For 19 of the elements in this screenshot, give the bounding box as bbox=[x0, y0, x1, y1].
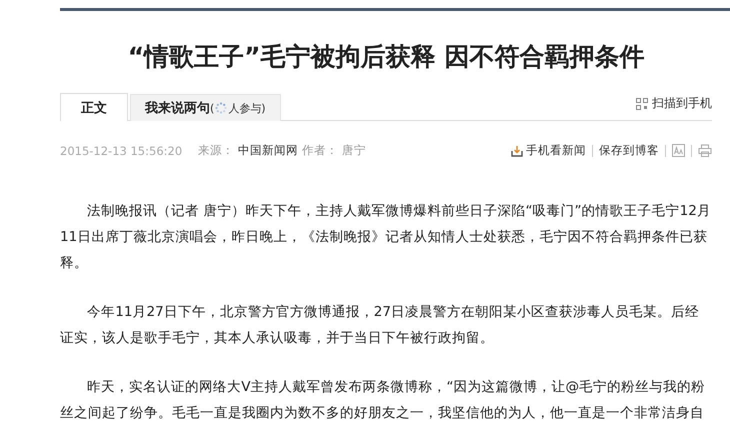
save-to-blog-link[interactable]: 保存到博客 bbox=[599, 143, 659, 158]
download-icon bbox=[511, 144, 523, 156]
font-size-icon[interactable] bbox=[672, 144, 685, 157]
article-title: “情歌王子”毛宁被拘后获释 因不符合羁押条件 bbox=[126, 41, 646, 73]
article-paragraph: 今年11月27日下午，北京警方官方微博通报，27日凌晨警方在朝阳某小区查获涉毒人员毛某。后经证实，该人是歌手毛宁，其本人承认吸毒，并于当日下午被行政拘留。 bbox=[60, 303, 700, 348]
author-label: 作者： bbox=[302, 143, 338, 158]
tab[interactable]: 正文 bbox=[60, 93, 128, 121]
loading-icon bbox=[215, 102, 228, 114]
source-link[interactable]: 中国新闻网 bbox=[238, 143, 298, 158]
publish-date: 2015-12-13 15:56:20 bbox=[60, 144, 182, 158]
mobile-news-link[interactable]: 手机看新闻 bbox=[511, 143, 586, 158]
tab[interactable]: 我来说两句( 人参与) bbox=[130, 94, 281, 121]
author-name: 唐宁 bbox=[342, 143, 366, 158]
article-paragraph: 昨天，实名认证的网络大V主持人戴军曾发布两条微博称，“因为这篇微博，让@毛宁的粉丝与我的粉丝之间起了纷争。毛毛一直是我圈内为数不多的好朋友之一，我坚信他的为人，他一直是一个非常洁身自 bbox=[60, 378, 706, 423]
qr-code-icon bbox=[636, 98, 648, 110]
print-icon[interactable] bbox=[698, 144, 712, 157]
scan-link[interactable]: 扫描到手机 bbox=[636, 95, 712, 120]
article-paragraph: 法制晚报讯（记者 唐宁）昨天下午，主持人戴军微博爆料前些日子深陷“吸毒门”的情歌王子毛宁12月11日出席丁薇北京演唱会，昨日晚上，《法制晚报》记者从知情人士处获悉，毛宁因不符合羁押条件已获释。 bbox=[60, 202, 712, 273]
source-label: 来源： bbox=[198, 143, 234, 158]
